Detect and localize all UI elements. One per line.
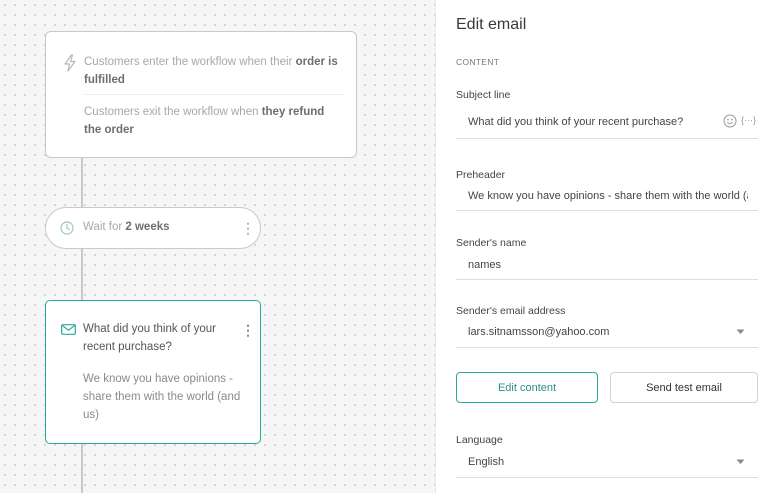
wait-label: Wait for 2 weeks bbox=[83, 221, 170, 233]
preheader-input[interactable]: We know you have opinions - share them w… bbox=[468, 190, 748, 202]
connector-line bbox=[81, 444, 83, 493]
field-underline bbox=[456, 279, 758, 280]
email-step-title: What did you think of your recent purcha… bbox=[83, 323, 216, 353]
divider bbox=[84, 94, 344, 95]
email-step-card[interactable]: What did you think of your recent purcha… bbox=[45, 300, 261, 444]
trigger-enter-text: Customers enter the workflow when their … bbox=[84, 56, 338, 86]
sender-name-label: Sender's name bbox=[456, 237, 527, 249]
field-underline bbox=[456, 210, 758, 211]
workflow-canvas[interactable]: Customers enter the workflow when their … bbox=[0, 0, 436, 493]
preheader-label: Preheader bbox=[456, 169, 506, 181]
wait-step-card[interactable]: Wait for 2 weeks ⋮ bbox=[45, 207, 261, 249]
envelope-icon bbox=[61, 324, 76, 335]
trigger-exit-text: Customers exit the workflow when they re… bbox=[84, 106, 325, 136]
sender-email-label: Sender's email address bbox=[456, 305, 566, 317]
language-label: Language bbox=[456, 434, 503, 446]
chevron-down-icon[interactable] bbox=[736, 459, 745, 465]
sender-email-select[interactable]: lars.sitnamsson@yahoo.com bbox=[468, 326, 728, 338]
language-select[interactable]: English bbox=[468, 456, 728, 468]
subject-input[interactable]: What did you think of your recent purcha… bbox=[468, 116, 718, 128]
subject-label: Subject line bbox=[456, 89, 511, 101]
send-test-email-button[interactable]: Send test email bbox=[610, 372, 758, 403]
edit-content-button[interactable]: Edit content bbox=[456, 372, 598, 403]
connector-line bbox=[81, 249, 83, 300]
field-underline bbox=[456, 138, 758, 139]
chevron-down-icon[interactable] bbox=[736, 329, 745, 335]
connector-line bbox=[81, 158, 83, 207]
variable-insert-icon[interactable]: {···} bbox=[741, 115, 759, 125]
panel-title: Edit email bbox=[456, 16, 527, 33]
field-underline bbox=[456, 477, 758, 478]
clock-icon bbox=[60, 221, 74, 235]
sender-name-input[interactable]: names bbox=[468, 259, 748, 271]
kebab-menu-icon[interactable]: ⋮ bbox=[241, 323, 255, 337]
trigger-card[interactable]: Customers enter the workflow when their … bbox=[45, 31, 357, 158]
field-underline bbox=[456, 347, 758, 348]
lightning-icon bbox=[64, 54, 76, 72]
section-label: CONTENT bbox=[456, 57, 500, 67]
emoji-icon[interactable] bbox=[723, 114, 737, 128]
email-step-preview: We know you have opinions - share them w… bbox=[83, 373, 241, 421]
edit-email-panel: Edit email CONTENT Subject line What did… bbox=[436, 0, 768, 493]
kebab-menu-icon[interactable]: ⋮ bbox=[241, 221, 255, 235]
